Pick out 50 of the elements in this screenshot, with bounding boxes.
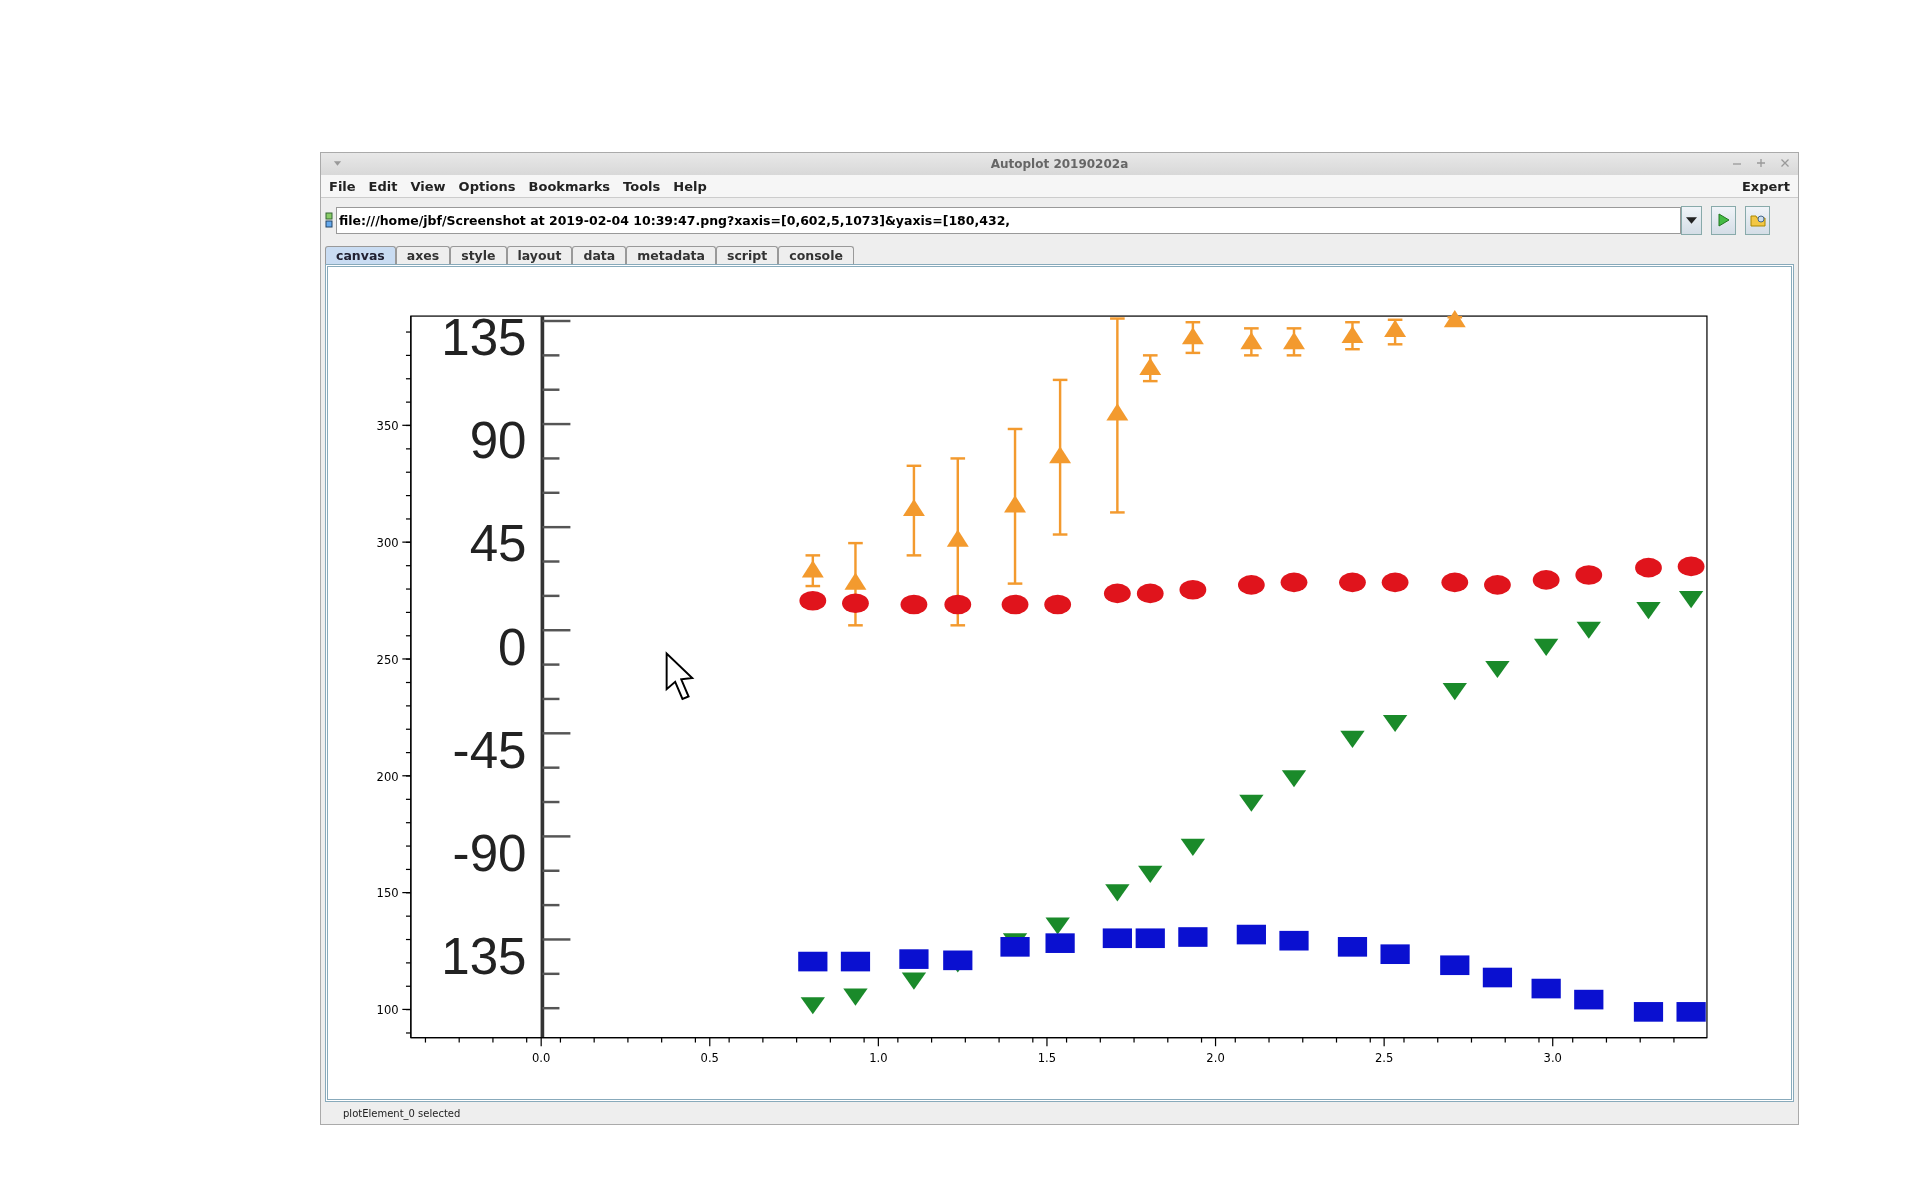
cursor-icon (665, 651, 695, 701)
image-axis-label: 135 (441, 927, 527, 985)
tab[interactable]: metadata (626, 246, 716, 264)
y-tick-label: 200 (376, 769, 399, 784)
expert-menu[interactable]: Expert (1742, 178, 1790, 194)
play-button[interactable] (1711, 205, 1736, 235)
menu-item[interactable]: Bookmarks (528, 178, 611, 194)
window-title: Autoplot 20190202a (990, 157, 1129, 171)
image-axis-label: 45 (469, 515, 527, 573)
menu-item[interactable]: View (410, 178, 446, 194)
tab[interactable]: layout (506, 246, 573, 264)
open-file-button[interactable] (1745, 205, 1770, 235)
close-icon[interactable] (1780, 158, 1790, 168)
x-tick-label: 3.0 (1543, 1051, 1562, 1066)
x-tick-label: 1.0 (869, 1051, 888, 1066)
tab[interactable]: data (572, 246, 627, 264)
x-tick-label: 2.5 (1374, 1051, 1394, 1066)
menu-item[interactable]: Help (673, 178, 707, 194)
image-axis-label: -90 (452, 824, 527, 882)
x-tick-label: 1.5 (1037, 1051, 1057, 1066)
tab[interactable]: axes (395, 246, 451, 264)
y-tick-label: 300 (376, 536, 399, 551)
image-axis-label: 135 (441, 309, 527, 367)
x-tick-label: 2.0 (1206, 1051, 1225, 1066)
image-axis-label: 0 (498, 618, 527, 676)
window-menu-icon[interactable] (333, 161, 342, 167)
status-icon (325, 212, 333, 228)
play-icon (1717, 213, 1730, 227)
x-tick-label: 0.0 (532, 1051, 551, 1066)
tab[interactable]: style (450, 246, 507, 264)
menu-item[interactable]: File (329, 178, 356, 194)
tab[interactable]: console (778, 246, 854, 264)
y-tick-label: 350 (376, 419, 399, 434)
maximize-icon[interactable] (1756, 158, 1766, 168)
image-axis-label: 90 (469, 412, 527, 470)
address-field[interactable]: file:///home/jbf/Screenshot at 2019-02-04 10:39:47.png?xaxis=[0,602,5,1073]&yaxis=[180,432, (336, 206, 1681, 234)
tab[interactable]: canvas (325, 246, 396, 264)
status-text: plotElement_0 selected (343, 1107, 461, 1119)
y-tick-label: 150 (376, 886, 399, 901)
caret-icon (1686, 216, 1697, 224)
dropdown-button[interactable] (1681, 205, 1702, 235)
image-axis-label: -45 (452, 721, 527, 779)
folder-icon (1749, 213, 1766, 227)
y-tick-label: 100 (376, 1003, 399, 1018)
y-tick-label: 250 (376, 652, 399, 667)
menu-item[interactable]: Tools (623, 178, 661, 194)
x-tick-label: 0.5 (700, 1051, 719, 1066)
menu-item[interactable]: Edit (368, 178, 398, 194)
menu-item[interactable]: Options (458, 178, 516, 194)
tab[interactable]: script (716, 246, 779, 264)
